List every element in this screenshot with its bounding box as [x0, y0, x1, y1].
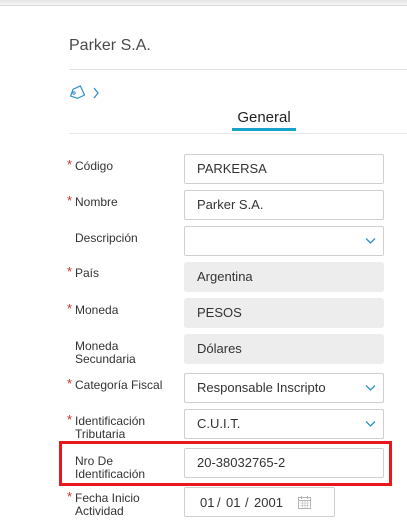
chevron-down-icon — [365, 421, 376, 427]
divider — [69, 133, 407, 134]
tab-general[interactable]: General — [232, 109, 296, 126]
required-marker: * — [67, 412, 73, 427]
fecha-inicio-input[interactable]: 01 / 01 / 2001 — [184, 487, 335, 517]
nombre-input[interactable]: Parker S.A. — [184, 190, 384, 220]
chevron-down-icon — [365, 385, 376, 391]
required-marker: * — [67, 301, 73, 316]
required-marker: * — [67, 489, 73, 504]
nombre-label: Nombre — [75, 195, 118, 209]
top-bar — [0, 0, 407, 6]
divider — [69, 69, 407, 70]
identificacion-tributaria-select[interactable]: C.U.I.T. — [184, 409, 384, 439]
date-separator: / — [245, 495, 249, 510]
moneda-label: Moneda — [75, 303, 119, 317]
descripcion-label: Descripción — [75, 231, 138, 245]
identificacion-tributaria-value: C.U.I.T. — [197, 416, 241, 431]
pais-value: Argentina — [184, 262, 384, 292]
calendar-icon[interactable] — [298, 496, 311, 509]
date-month[interactable]: 01 — [226, 495, 240, 510]
codigo-input[interactable]: PARKERSA — [184, 154, 384, 184]
required-marker: * — [67, 193, 73, 208]
moneda-secundaria-label: Moneda Secundaria — [75, 339, 136, 366]
active-tab-indicator — [232, 128, 296, 131]
date-day[interactable]: 01 — [200, 495, 214, 510]
fecha-inicio-label: Fecha Inicio Actividad — [75, 491, 140, 518]
nro-identificacion-label: Nro De Identificación — [75, 454, 146, 481]
categoria-fiscal-label: Categoría Fiscal — [75, 378, 163, 392]
required-marker: * — [67, 157, 73, 172]
required-marker: * — [67, 264, 73, 279]
categoria-fiscal-select[interactable]: Responsable Inscripto — [184, 373, 384, 403]
required-marker: * — [67, 376, 73, 391]
moneda-secundaria-value: Dólares — [184, 334, 384, 364]
descripcion-select[interactable] — [184, 226, 384, 256]
tag-icon[interactable] — [68, 85, 86, 101]
page-title: Parker S.A. — [69, 37, 151, 54]
date-year[interactable]: 2001 — [254, 495, 283, 510]
categoria-fiscal-value: Responsable Inscripto — [197, 380, 326, 395]
chevron-down-icon — [365, 238, 376, 244]
nro-identificacion-input[interactable]: 20-38032765-2 — [184, 448, 384, 478]
codigo-label: Código — [75, 159, 114, 173]
chevron-right-icon[interactable] — [92, 86, 100, 100]
identificacion-tributaria-label: Identificación Tributaria — [75, 414, 146, 441]
date-separator: / — [217, 495, 221, 510]
moneda-value: PESOS — [184, 298, 384, 328]
pais-label: País — [75, 266, 100, 280]
